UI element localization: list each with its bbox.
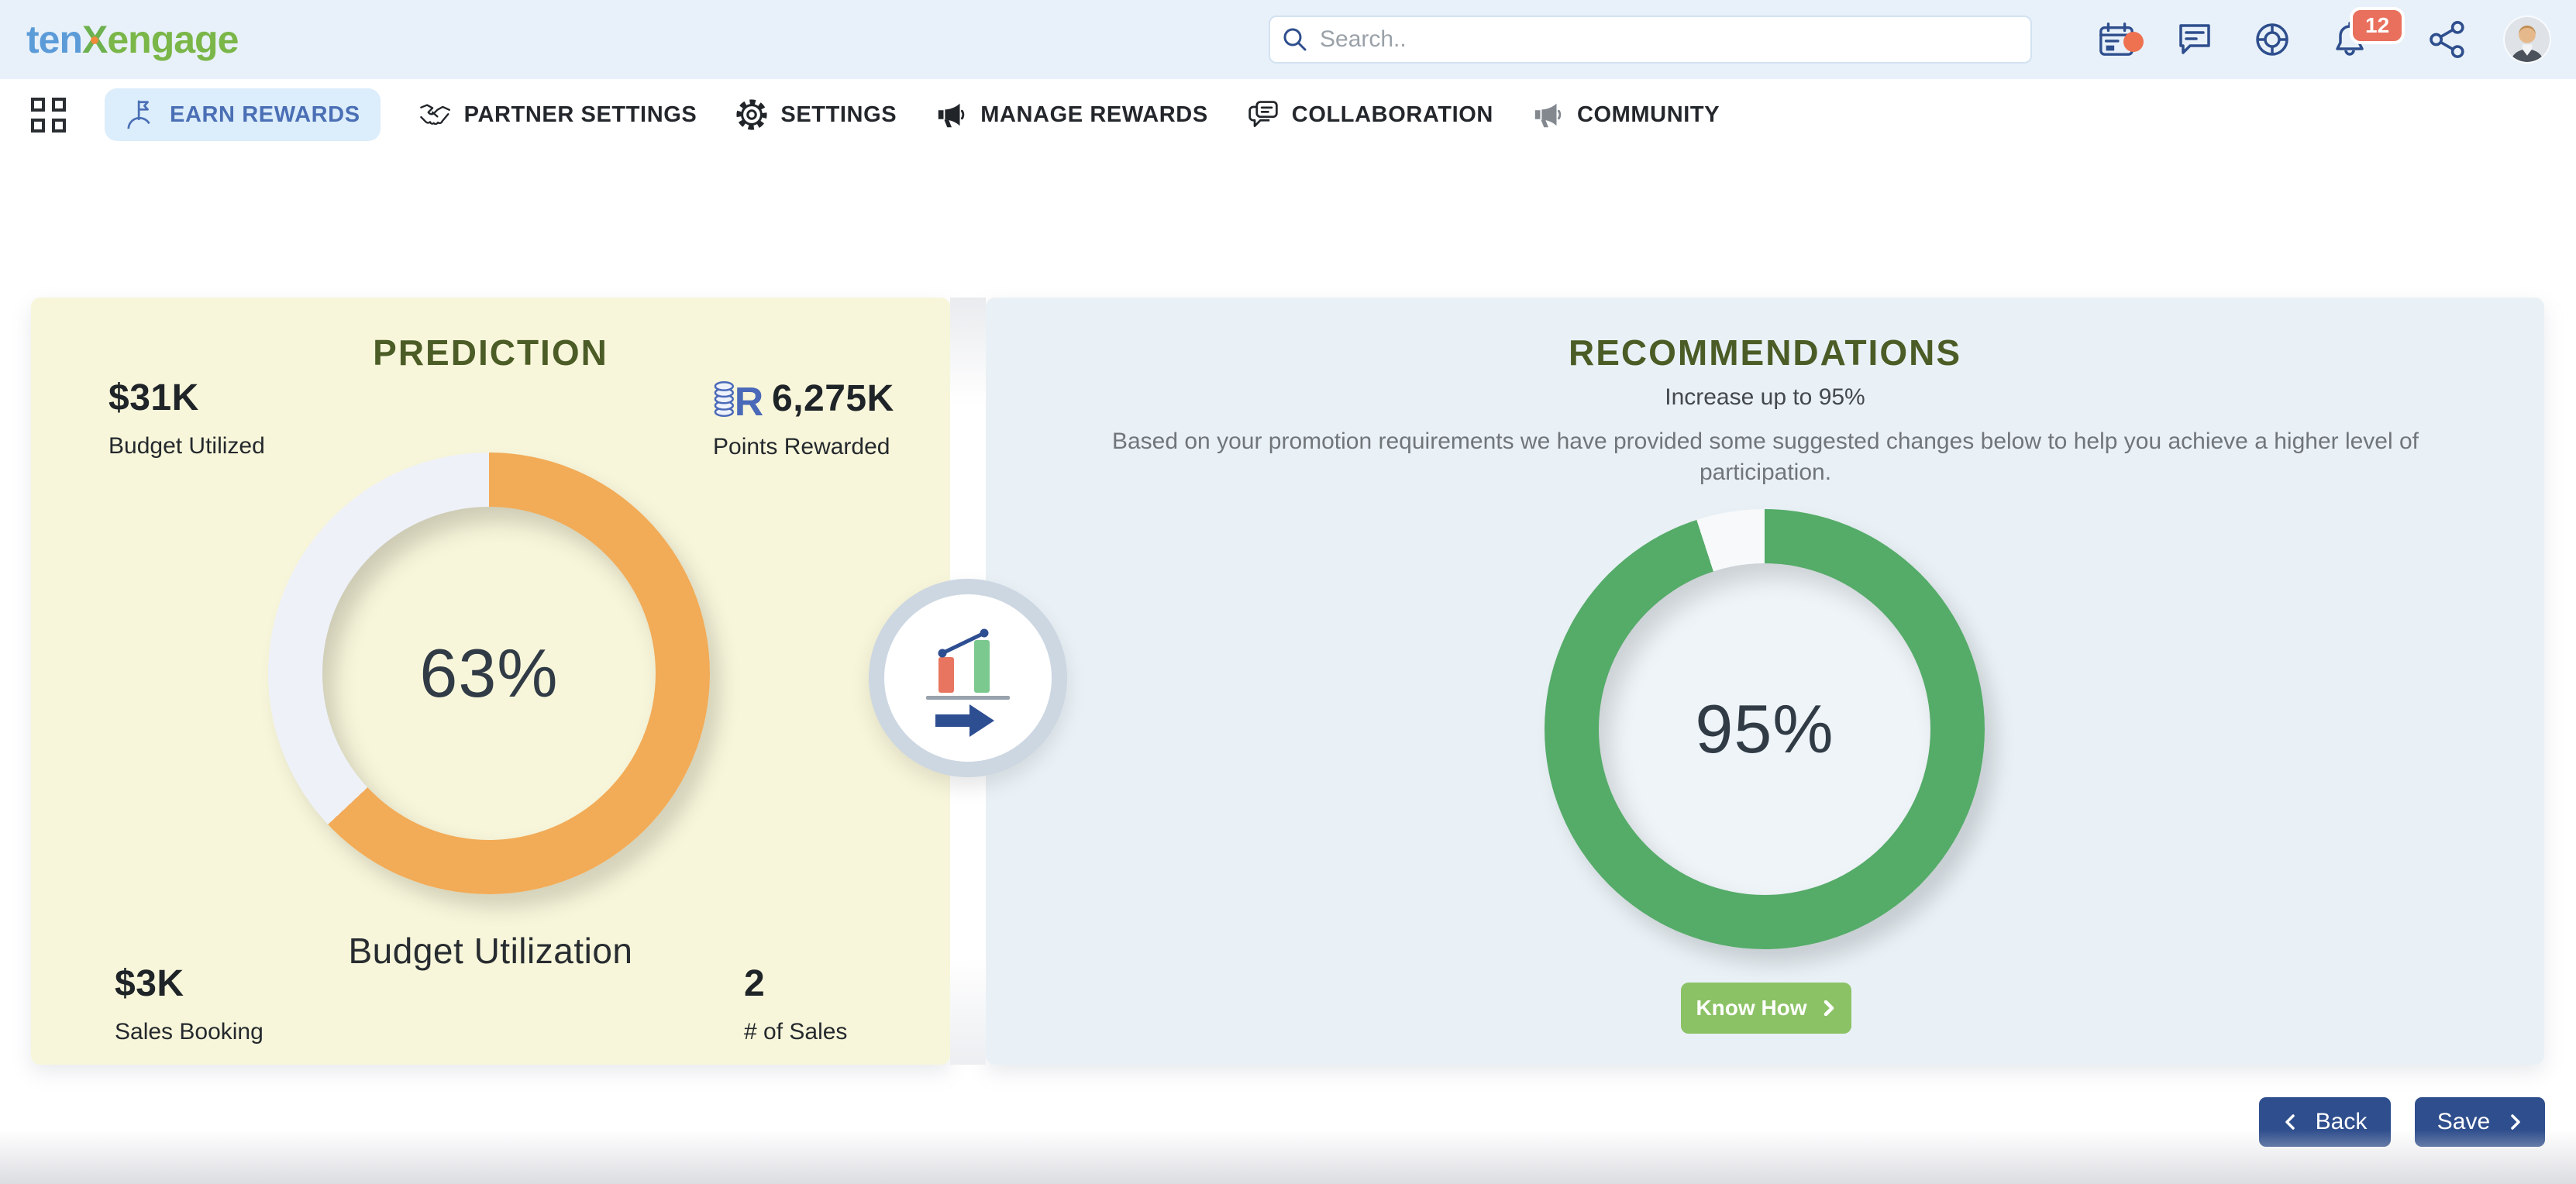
help-button[interactable]: [2252, 19, 2292, 60]
search-input[interactable]: [1269, 15, 2032, 64]
messages-button[interactable]: [2175, 19, 2215, 60]
stat-label: Points Rewarded: [713, 434, 894, 460]
donut-percent-label: 63%: [419, 634, 558, 713]
logo-x: X: [82, 17, 107, 62]
nav-item-partner-settings[interactable]: PARTNER SETTINGS: [419, 98, 697, 131]
nav-item-manage-rewards[interactable]: MANAGE REWARDS: [935, 98, 1208, 131]
main-nav: EARN REWARDS PARTNER SETTINGS SETTINGS: [0, 79, 2576, 150]
megaphone-icon: [1532, 98, 1565, 131]
notifications-button[interactable]: 12: [2330, 19, 2370, 60]
logo-ten: ten: [26, 17, 82, 62]
know-how-button[interactable]: Know How: [1681, 983, 1851, 1034]
reward-points-icon: R: [713, 377, 764, 420]
logo[interactable]: tenXengage: [26, 17, 238, 62]
save-button[interactable]: Save: [2415, 1097, 2545, 1147]
recommendation-donut: 95%: [1545, 509, 1985, 949]
donut-percent-label: 95%: [1695, 690, 1834, 769]
prediction-to-recommendation-connector: [869, 579, 1067, 777]
stat-value: $31K: [108, 377, 265, 419]
handshake-icon: [419, 98, 452, 131]
avatar-image: [2505, 17, 2550, 62]
search-box: [1269, 15, 2032, 64]
svg-text:R: R: [735, 379, 764, 420]
chat-icon: [2176, 21, 2213, 58]
stat-value: $3K: [115, 962, 263, 1005]
bottom-fade: [0, 1130, 2576, 1184]
stat-value: 2: [744, 962, 847, 1005]
megaphone-icon: [935, 98, 968, 131]
stat-label: Sales Booking: [115, 1019, 263, 1045]
logo-engage: engage: [107, 17, 238, 62]
stat-budget-utilized: $31K Budget Utilized: [108, 377, 265, 459]
chat-bubbles-icon: [1247, 98, 1279, 131]
chevron-right-icon: [1821, 1000, 1837, 1016]
prediction-card: PREDICTION $31K Budget Utilized R 6,275K…: [31, 298, 950, 1065]
topbar: tenXengage: [0, 0, 2576, 79]
stat-sales-booking: $3K Sales Booking: [115, 962, 263, 1045]
nav-item-community[interactable]: COMMUNITY: [1532, 98, 1720, 131]
gear-icon: [735, 98, 768, 131]
nav-label: COMMUNITY: [1577, 102, 1720, 128]
chevron-left-icon: [2283, 1114, 2299, 1130]
grid-icon: [31, 98, 45, 112]
calendar-button[interactable]: [2097, 19, 2137, 60]
nav-label: EARN REWARDS: [170, 102, 360, 128]
stat-num-sales: 2 # of Sales: [744, 962, 847, 1045]
app-root: tenXengage: [0, 0, 2576, 1184]
recommendations-description: Based on your promotion requirements we …: [1099, 426, 2432, 488]
budget-utilization-donut: 63%: [268, 453, 710, 894]
nav-item-collaboration[interactable]: COLLABORATION: [1247, 98, 1493, 131]
share-button[interactable]: [2427, 19, 2468, 60]
nav-item-settings[interactable]: SETTINGS: [735, 98, 897, 131]
chevron-right-icon: [2507, 1114, 2523, 1130]
lifebuoy-icon: [2254, 21, 2291, 58]
recommendations-subtitle: Increase up to 95%: [986, 384, 2544, 411]
recommendations-title: RECOMMENDATIONS: [986, 332, 2544, 373]
growth-chart-arrow-icon: [919, 617, 1017, 739]
nav-item-earn-rewards[interactable]: EARN REWARDS: [105, 88, 381, 141]
notification-count-badge: 12: [2350, 7, 2405, 44]
prediction-title: PREDICTION: [31, 332, 950, 373]
stat-label: # of Sales: [744, 1019, 847, 1045]
recommendations-card: RECOMMENDATIONS Increase up to 95% Based…: [986, 298, 2544, 1065]
stat-label: Budget Utilized: [108, 433, 265, 459]
stat-points-rewarded: R 6,275K Points Rewarded: [713, 377, 894, 460]
flag-icon: [125, 98, 157, 131]
donut-hole: 63%: [322, 507, 656, 840]
nav-label: SETTINGS: [780, 102, 897, 128]
share-icon: [2429, 21, 2466, 58]
back-button[interactable]: Back: [2259, 1097, 2391, 1147]
user-avatar[interactable]: [2505, 17, 2550, 62]
nav-label: MANAGE REWARDS: [980, 102, 1208, 128]
topbar-icons: 12: [2097, 17, 2550, 62]
calendar-alert-dot: [2123, 32, 2144, 52]
stat-value: 6,275K: [772, 377, 894, 420]
save-label: Save: [2437, 1109, 2490, 1135]
back-label: Back: [2316, 1109, 2368, 1135]
nav-label: PARTNER SETTINGS: [464, 102, 697, 128]
donut-hole: 95%: [1599, 563, 1930, 895]
apps-menu-button[interactable]: [31, 98, 66, 133]
nav-label: COLLABORATION: [1292, 102, 1493, 128]
know-how-label: Know How: [1696, 996, 1806, 1021]
search-icon: [1281, 26, 1309, 53]
